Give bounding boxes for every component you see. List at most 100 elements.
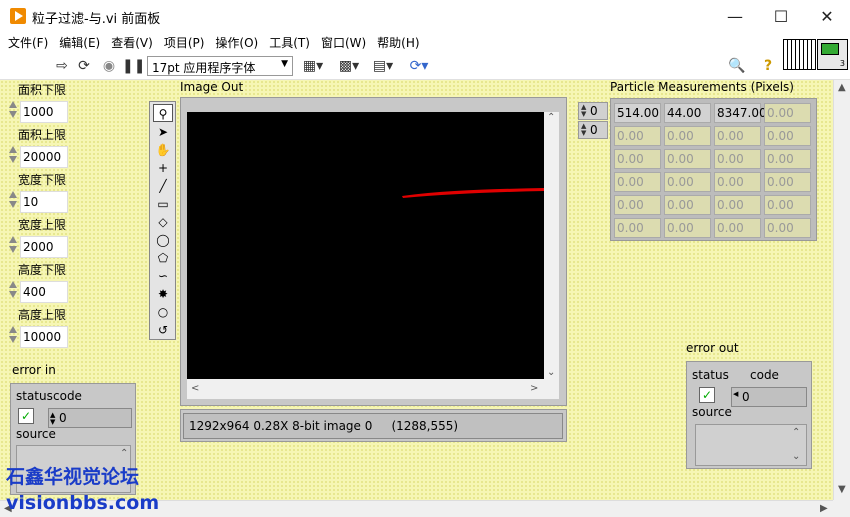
pan-tool-icon[interactable]: ✋ (153, 141, 173, 159)
array-cell[interactable]: 0.00 (714, 195, 761, 215)
run-continuously-icon[interactable]: ⟳ (76, 58, 92, 74)
width-max-spinner[interactable] (7, 234, 19, 260)
array-cell[interactable]: 0.00 (664, 218, 711, 238)
array-cell[interactable]: 8347.00 (714, 103, 767, 123)
image-vertical-scrollbar[interactable]: ⌃ ⌄ (544, 112, 559, 379)
maximize-button[interactable]: ☐ (758, 0, 804, 32)
error-in-status-checkbox[interactable]: ✓ (18, 408, 34, 424)
vi-icon[interactable]: 3 (817, 39, 848, 70)
menu-window[interactable]: 窗口(W) (321, 32, 373, 52)
line-tool-icon[interactable]: ╱ (153, 177, 173, 195)
array-cell[interactable]: 0.00 (764, 195, 811, 215)
array-cell[interactable]: 0.00 (764, 218, 811, 238)
array-cell[interactable]: 0.00 (764, 149, 811, 169)
menu-file[interactable]: 文件(F) (8, 32, 55, 52)
row-index-spinner-icon[interactable]: ▲ ▼ (581, 104, 586, 118)
row-index-control[interactable]: ▲ ▼ 0 (578, 102, 608, 120)
menu-operate[interactable]: 操作(O) (215, 32, 265, 52)
error-in-code-field[interactable]: ▲ ▼ 0 (48, 408, 132, 428)
scroll-down-icon[interactable]: ▼ (838, 484, 846, 495)
selection-tool-icon[interactable]: ➤ (153, 123, 173, 141)
polygon-tool-icon[interactable]: ⬠ (153, 249, 173, 267)
oval-tool-icon[interactable]: ○ (153, 303, 173, 321)
zoom-tool-icon[interactable]: ⚲ (153, 104, 173, 122)
close-button[interactable]: ✕ (804, 0, 850, 32)
area-min-spinner[interactable] (7, 99, 19, 125)
point-tool-icon[interactable]: + (153, 159, 173, 177)
connector-pane[interactable] (783, 39, 816, 70)
error-out-source-scroll-down-icon[interactable]: ⌄ (792, 451, 800, 462)
freehand-region-tool-icon[interactable]: ✸ (153, 285, 173, 303)
minimize-button[interactable]: — (712, 0, 758, 32)
array-cell[interactable]: 0.00 (714, 218, 761, 238)
broken-line-tool-icon[interactable]: ↺ (153, 321, 173, 339)
array-cell[interactable]: 0.00 (614, 149, 661, 169)
array-cell[interactable]: 0.00 (614, 126, 661, 146)
error-in-source-scroll-up-icon[interactable]: ⌃ (120, 448, 128, 459)
image-display[interactable] (187, 112, 544, 379)
array-cell[interactable]: 0.00 (714, 149, 761, 169)
array-cell[interactable]: 0.00 (764, 103, 811, 123)
error-out-code-field[interactable]: ◀ 0 (731, 387, 807, 407)
abort-icon[interactable]: ◉ (101, 58, 117, 74)
resize-objects-icon[interactable]: ▤▾ (371, 58, 395, 74)
menu-view[interactable]: 查看(V) (111, 32, 160, 52)
array-cell[interactable]: 0.00 (714, 126, 761, 146)
scroll-right-icon[interactable]: ▶ (820, 503, 828, 514)
search-icon[interactable]: 🔍 (728, 58, 745, 74)
menu-project[interactable]: 项目(P) (164, 32, 212, 52)
column-index-control[interactable]: ▲ ▼ 0 (578, 121, 608, 139)
area-max-spinner[interactable] (7, 144, 19, 170)
rotated-rectangle-tool-icon[interactable]: ◇ (153, 213, 173, 231)
error-in-code-spinner-icon[interactable]: ▲ ▼ (50, 412, 55, 426)
array-cell[interactable]: 514.00 (614, 103, 661, 123)
image-scroll-up-icon[interactable]: ⌃ (547, 112, 555, 123)
array-cell[interactable]: 0.00 (764, 172, 811, 192)
font-select[interactable]: 17pt 应用程序字体 ▼ (147, 56, 293, 76)
menu-edit[interactable]: 编辑(E) (59, 32, 107, 52)
array-cell[interactable]: 0.00 (614, 218, 661, 238)
width-max-input[interactable]: 2000 (20, 236, 68, 258)
array-cell[interactable]: 0.00 (664, 172, 711, 192)
column-index-spinner-icon[interactable]: ▲ ▼ (581, 123, 586, 137)
array-cell[interactable]: 44.00 (664, 103, 711, 123)
height-min-input[interactable]: 400 (20, 281, 68, 303)
area-max-input[interactable]: 20000 (20, 146, 68, 168)
rectangle-tool-icon[interactable]: ▭ (153, 195, 173, 213)
freehand-tool-icon[interactable]: ∽ (153, 267, 173, 285)
pause-icon[interactable]: ❚❚ (122, 58, 145, 74)
array-cell[interactable]: 0.00 (614, 172, 661, 192)
image-scroll-down-icon[interactable]: ⌄ (547, 367, 555, 378)
array-cell[interactable]: 0.00 (614, 195, 661, 215)
image-horizontal-scrollbar[interactable]: < > (187, 379, 559, 399)
annulus-tool-icon[interactable]: ◯ (153, 231, 173, 249)
menu-help[interactable]: 帮助(H) (377, 32, 426, 52)
row-index-value[interactable]: 0 (590, 104, 598, 118)
height-min-spinner[interactable] (7, 279, 19, 305)
scroll-up-icon[interactable]: ▲ (838, 82, 846, 93)
align-objects-icon[interactable]: ▦▾ (301, 58, 325, 74)
height-max-input[interactable]: 10000 (20, 326, 68, 348)
error-out-source-field[interactable]: ⌃ ⌄ (695, 424, 807, 466)
error-out-source-scroll-up-icon[interactable]: ⌃ (792, 427, 800, 438)
array-cell[interactable]: 0.00 (664, 195, 711, 215)
area-min-input[interactable]: 1000 (20, 101, 68, 123)
run-arrow-icon[interactable]: ⇨ (54, 58, 70, 74)
array-cell[interactable]: 0.00 (714, 172, 761, 192)
image-scroll-right-icon[interactable]: > (530, 383, 538, 394)
image-scroll-left-icon[interactable]: < (191, 383, 199, 394)
array-cell[interactable]: 0.00 (664, 126, 711, 146)
panel-vertical-scrollbar[interactable]: ▲ ▼ (833, 80, 850, 500)
column-index-value[interactable]: 0 (590, 123, 598, 137)
menu-tools[interactable]: 工具(T) (269, 32, 317, 52)
distribute-objects-icon[interactable]: ▩▾ (337, 58, 361, 74)
reorder-icon[interactable]: ⟳▾ (407, 58, 431, 74)
width-min-input[interactable]: 10 (20, 191, 68, 213)
array-cell[interactable]: 0.00 (764, 126, 811, 146)
error-out-status-checkbox[interactable]: ✓ (699, 387, 715, 403)
error-out-cluster: status code ✓ ◀ 0 source ⌃ ⌄ (686, 361, 812, 469)
help-icon[interactable]: ? (760, 58, 776, 74)
height-max-spinner[interactable] (7, 324, 19, 350)
array-cell[interactable]: 0.00 (664, 149, 711, 169)
width-min-spinner[interactable] (7, 189, 19, 215)
